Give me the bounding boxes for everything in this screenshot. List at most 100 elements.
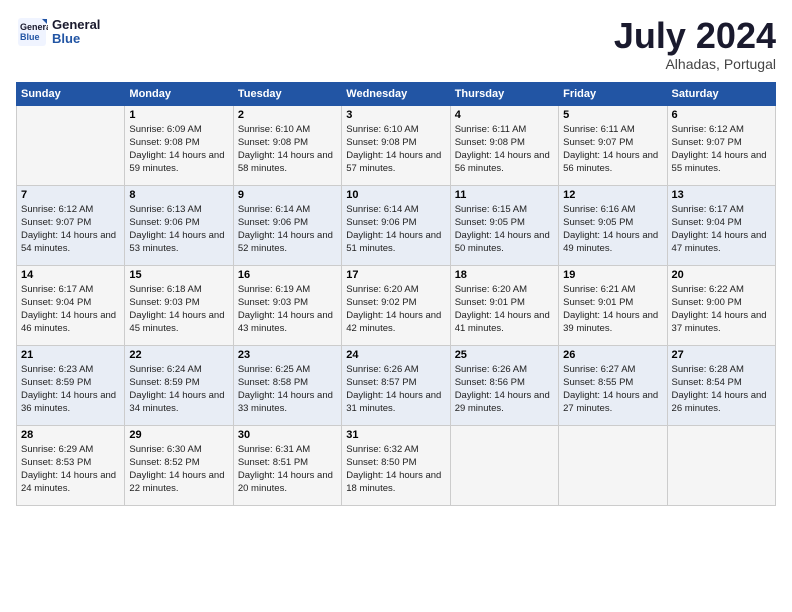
day-number: 9 bbox=[238, 189, 337, 201]
day-number: 15 bbox=[129, 269, 228, 281]
day-number: 26 bbox=[563, 349, 662, 361]
header: General Blue General Blue July 2024 Alha… bbox=[16, 16, 776, 72]
col-saturday: Saturday bbox=[667, 82, 775, 105]
day-info: Sunrise: 6:11 AM Sunset: 9:07 PM Dayligh… bbox=[563, 123, 662, 176]
calendar-cell bbox=[559, 425, 667, 505]
calendar-cell: 20Sunrise: 6:22 AM Sunset: 9:00 PM Dayli… bbox=[667, 265, 775, 345]
calendar-cell bbox=[17, 105, 125, 185]
day-number: 19 bbox=[563, 269, 662, 281]
day-info: Sunrise: 6:14 AM Sunset: 9:06 PM Dayligh… bbox=[238, 203, 337, 256]
calendar-cell: 30 Sunrise: 6:31 AM Sunset: 8:51 PM Dayli… bbox=[233, 425, 341, 505]
svg-text:General: General bbox=[20, 22, 48, 32]
day-number: 27 bbox=[672, 349, 771, 361]
header-row: Sunday Monday Tuesday Wednesday Thursday… bbox=[17, 82, 776, 105]
day-info: Sunrise: 6:09 AM Sunset: 9:08 PM Dayligh… bbox=[129, 123, 228, 176]
calendar-cell: 8 Sunrise: 6:13 AM Sunset: 9:06 PM Daylig… bbox=[125, 185, 233, 265]
col-wednesday: Wednesday bbox=[342, 82, 450, 105]
calendar-cell: 17Sunrise: 6:20 AM Sunset: 9:02 PM Dayli… bbox=[342, 265, 450, 345]
calendar-row-5: 28 Sunrise: 6:29 AM Sunset: 8:53 PM Dayli… bbox=[17, 425, 776, 505]
location: Alhadas, Portugal bbox=[614, 56, 776, 72]
day-info: Sunrise: 6:24 AM Sunset: 8:59 PM Dayligh… bbox=[129, 363, 228, 416]
month-title: July 2024 bbox=[614, 16, 776, 56]
logo-name-line2: Blue bbox=[52, 32, 100, 46]
calendar-cell: 13Sunrise: 6:17 AM Sunset: 9:04 PM Dayli… bbox=[667, 185, 775, 265]
day-number: 28 bbox=[21, 429, 120, 441]
calendar-cell: 19 Sunrise: 6:21 AM Sunset: 9:01 PM Dayli… bbox=[559, 265, 667, 345]
day-number: 22 bbox=[129, 349, 228, 361]
calendar-cell: 9 Sunrise: 6:14 AM Sunset: 9:06 PM Daylig… bbox=[233, 185, 341, 265]
day-info: Sunrise: 6:26 AM Sunset: 8:57 PM Dayligh… bbox=[346, 363, 445, 416]
calendar-cell: 25 Sunrise: 6:26 AM Sunset: 8:56 PM Dayli… bbox=[450, 345, 558, 425]
day-info: Sunrise: 6:18 AM Sunset: 9:03 PM Dayligh… bbox=[129, 283, 228, 336]
col-tuesday: Tuesday bbox=[233, 82, 341, 105]
day-info: Sunrise: 6:22 AM Sunset: 9:00 PM Dayligh… bbox=[672, 283, 771, 336]
day-number: 3 bbox=[346, 109, 445, 121]
day-info: Sunrise: 6:31 AM Sunset: 8:51 PM Dayligh… bbox=[238, 443, 337, 496]
day-info: Sunrise: 6:11 AM Sunset: 9:08 PM Dayligh… bbox=[455, 123, 554, 176]
day-number: 5 bbox=[563, 109, 662, 121]
page: General Blue General Blue July 2024 Alha… bbox=[0, 0, 792, 514]
calendar-cell bbox=[450, 425, 558, 505]
day-number: 17 bbox=[346, 269, 445, 281]
calendar-cell: 27 Sunrise: 6:28 AM Sunset: 8:54 PM Dayli… bbox=[667, 345, 775, 425]
day-info: Sunrise: 6:17 AM Sunset: 9:04 PM Dayligh… bbox=[21, 283, 120, 336]
calendar-cell: 26 Sunrise: 6:27 AM Sunset: 8:55 PM Dayli… bbox=[559, 345, 667, 425]
day-number: 23 bbox=[238, 349, 337, 361]
day-number: 14 bbox=[21, 269, 120, 281]
day-info: Sunrise: 6:21 AM Sunset: 9:01 PM Dayligh… bbox=[563, 283, 662, 336]
calendar-cell: 16 Sunrise: 6:19 AM Sunset: 9:03 PM Dayli… bbox=[233, 265, 341, 345]
day-info: Sunrise: 6:32 AM Sunset: 8:50 PM Dayligh… bbox=[346, 443, 445, 496]
logo-svg: General Blue bbox=[16, 16, 48, 48]
col-sunday: Sunday bbox=[17, 82, 125, 105]
calendar-cell: 22 Sunrise: 6:24 AM Sunset: 8:59 PM Dayli… bbox=[125, 345, 233, 425]
calendar-cell: 11 Sunrise: 6:15 AM Sunset: 9:05 PM Dayli… bbox=[450, 185, 558, 265]
calendar-cell: 7Sunrise: 6:12 AM Sunset: 9:07 PM Daylig… bbox=[17, 185, 125, 265]
calendar-cell: 4Sunrise: 6:11 AM Sunset: 9:08 PM Daylig… bbox=[450, 105, 558, 185]
day-number: 30 bbox=[238, 429, 337, 441]
day-info: Sunrise: 6:14 AM Sunset: 9:06 PM Dayligh… bbox=[346, 203, 445, 256]
day-number: 21 bbox=[21, 349, 120, 361]
day-info: Sunrise: 6:26 AM Sunset: 8:56 PM Dayligh… bbox=[455, 363, 554, 416]
logo: General Blue General Blue bbox=[16, 16, 100, 48]
calendar-row-2: 7Sunrise: 6:12 AM Sunset: 9:07 PM Daylig… bbox=[17, 185, 776, 265]
day-info: Sunrise: 6:10 AM Sunset: 9:08 PM Dayligh… bbox=[238, 123, 337, 176]
col-thursday: Thursday bbox=[450, 82, 558, 105]
calendar-row-4: 21Sunrise: 6:23 AM Sunset: 8:59 PM Dayli… bbox=[17, 345, 776, 425]
day-number: 24 bbox=[346, 349, 445, 361]
day-number: 29 bbox=[129, 429, 228, 441]
day-info: Sunrise: 6:13 AM Sunset: 9:06 PM Dayligh… bbox=[129, 203, 228, 256]
day-info: Sunrise: 6:30 AM Sunset: 8:52 PM Dayligh… bbox=[129, 443, 228, 496]
day-info: Sunrise: 6:25 AM Sunset: 8:58 PM Dayligh… bbox=[238, 363, 337, 416]
day-number: 6 bbox=[672, 109, 771, 121]
calendar-row-3: 14 Sunrise: 6:17 AM Sunset: 9:04 PM Dayli… bbox=[17, 265, 776, 345]
day-number: 8 bbox=[129, 189, 228, 201]
day-number: 2 bbox=[238, 109, 337, 121]
calendar-cell: 15 Sunrise: 6:18 AM Sunset: 9:03 PM Dayli… bbox=[125, 265, 233, 345]
day-info: Sunrise: 6:16 AM Sunset: 9:05 PM Dayligh… bbox=[563, 203, 662, 256]
calendar-cell: 6Sunrise: 6:12 AM Sunset: 9:07 PM Daylig… bbox=[667, 105, 775, 185]
day-info: Sunrise: 6:28 AM Sunset: 8:54 PM Dayligh… bbox=[672, 363, 771, 416]
calendar-table: Sunday Monday Tuesday Wednesday Thursday… bbox=[16, 82, 776, 506]
calendar-cell: 14 Sunrise: 6:17 AM Sunset: 9:04 PM Dayli… bbox=[17, 265, 125, 345]
day-info: Sunrise: 6:15 AM Sunset: 9:05 PM Dayligh… bbox=[455, 203, 554, 256]
day-info: Sunrise: 6:27 AM Sunset: 8:55 PM Dayligh… bbox=[563, 363, 662, 416]
calendar-cell: 10 Sunrise: 6:14 AM Sunset: 9:06 PM Dayli… bbox=[342, 185, 450, 265]
day-info: Sunrise: 6:29 AM Sunset: 8:53 PM Dayligh… bbox=[21, 443, 120, 496]
day-number: 10 bbox=[346, 189, 445, 201]
day-number: 25 bbox=[455, 349, 554, 361]
calendar-cell bbox=[667, 425, 775, 505]
calendar-cell: 1 Sunrise: 6:09 AM Sunset: 9:08 PM Daylig… bbox=[125, 105, 233, 185]
col-friday: Friday bbox=[559, 82, 667, 105]
calendar-cell: 29 Sunrise: 6:30 AM Sunset: 8:52 PM Dayli… bbox=[125, 425, 233, 505]
calendar-cell: 2 Sunrise: 6:10 AM Sunset: 9:08 PM Daylig… bbox=[233, 105, 341, 185]
day-number: 7 bbox=[21, 189, 120, 201]
calendar-cell: 3Sunrise: 6:10 AM Sunset: 9:08 PM Daylig… bbox=[342, 105, 450, 185]
day-info: Sunrise: 6:17 AM Sunset: 9:04 PM Dayligh… bbox=[672, 203, 771, 256]
calendar-row-1: 1 Sunrise: 6:09 AM Sunset: 9:08 PM Daylig… bbox=[17, 105, 776, 185]
day-number: 11 bbox=[455, 189, 554, 201]
day-number: 1 bbox=[129, 109, 228, 121]
day-info: Sunrise: 6:19 AM Sunset: 9:03 PM Dayligh… bbox=[238, 283, 337, 336]
day-number: 18 bbox=[455, 269, 554, 281]
day-number: 16 bbox=[238, 269, 337, 281]
calendar-cell: 21Sunrise: 6:23 AM Sunset: 8:59 PM Dayli… bbox=[17, 345, 125, 425]
